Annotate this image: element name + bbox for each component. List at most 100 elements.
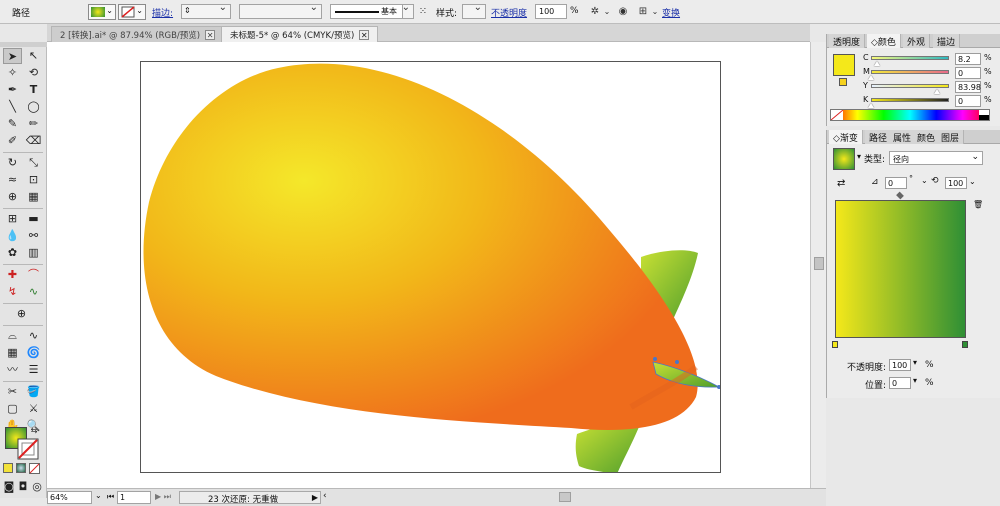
draw-behind-icon[interactable]: ◘ bbox=[16, 479, 30, 495]
chevron-down-icon[interactable]: ▾ bbox=[857, 152, 861, 161]
mesh-tool-icon[interactable]: ⊞ bbox=[3, 211, 22, 227]
graph-tool-icon[interactable]: 〰 bbox=[3, 362, 22, 378]
channel-slider-y[interactable] bbox=[871, 84, 949, 88]
chevron-down-icon[interactable]: ⌄ bbox=[600, 5, 614, 19]
gradient-preview-ramp[interactable] bbox=[835, 200, 966, 338]
wave-warp-tool-icon[interactable]: ∿ bbox=[24, 328, 43, 344]
slice-tool-icon[interactable]: ✂ bbox=[3, 384, 22, 400]
angle-input[interactable]: 0 bbox=[885, 177, 907, 189]
perspective-grid-tool-icon[interactable]: ▦ bbox=[24, 189, 43, 205]
free-transform-tool-icon[interactable]: ⊡ bbox=[24, 172, 43, 188]
delete-stop-icon[interactable]: 🗑 bbox=[973, 200, 983, 209]
fill-swatch-button[interactable]: ⌄ bbox=[88, 4, 116, 20]
variable-width-dropdown[interactable] bbox=[239, 2, 322, 19]
shape-builder-tool-icon[interactable]: ⊕ bbox=[3, 189, 22, 205]
fill-color-preview[interactable] bbox=[833, 54, 855, 76]
line-tool-icon[interactable]: ╲ bbox=[3, 99, 22, 115]
zoom-dropdown[interactable]: 64% bbox=[47, 491, 92, 504]
blend-tool-icon[interactable]: ⚯ bbox=[24, 228, 43, 244]
envelope-warp-tool-icon[interactable]: ⌓ bbox=[3, 328, 22, 344]
artboard-number-dropdown[interactable]: 1 bbox=[117, 491, 151, 504]
chevron-down-icon[interactable]: ⌄ bbox=[969, 177, 976, 186]
knife-tool-icon[interactable]: ⚔ bbox=[24, 401, 43, 417]
close-icon[interactable]: ✕ bbox=[359, 30, 370, 40]
scroll-left-icon[interactable]: ‹ bbox=[323, 491, 327, 501]
brush-definition-field[interactable]: 基本 bbox=[330, 4, 412, 19]
selection-tool-icon[interactable]: ➤ bbox=[3, 48, 22, 64]
live-paint-tool-icon[interactable]: 🪣 bbox=[24, 384, 43, 400]
eyedropper-tool-icon[interactable]: 💧 bbox=[3, 228, 22, 244]
scroll-thumb[interactable] bbox=[814, 257, 824, 270]
screen-mode-icon[interactable]: ◎ bbox=[30, 479, 44, 495]
width-tool-icon[interactable]: ≈ bbox=[3, 172, 22, 188]
document-tab[interactable]: 2 [转换].ai* @ 87.94% (RGB/预览) ✕ bbox=[51, 26, 225, 42]
chevron-down-icon[interactable]: ⌄ bbox=[921, 176, 928, 185]
close-icon[interactable]: ✕ bbox=[205, 30, 216, 40]
scale-tool-icon[interactable]: ⤡ bbox=[24, 155, 43, 171]
twirl-tool-icon[interactable]: 🌀 bbox=[24, 345, 43, 361]
chevron-down-icon[interactable]: ⌄ bbox=[648, 5, 662, 19]
tab-color-guide[interactable]: 颜色 bbox=[913, 130, 941, 144]
stroke-swatch-button[interactable]: ⌄ bbox=[118, 4, 146, 20]
channel-slider-k[interactable] bbox=[871, 98, 949, 102]
grid-warp-tool-icon[interactable]: ▦ bbox=[3, 345, 22, 361]
gradient-thumbnail[interactable] bbox=[833, 148, 855, 170]
artwork[interactable] bbox=[141, 62, 721, 473]
paintbrush-tool-icon[interactable]: ✎ bbox=[3, 116, 22, 132]
stroke-weight-dropdown[interactable]: ⇕ bbox=[181, 2, 231, 19]
slider-handle[interactable] bbox=[874, 61, 881, 66]
channel-slider-m[interactable] bbox=[871, 70, 949, 74]
tab-gradient[interactable]: ◇渐变 bbox=[829, 130, 863, 144]
channel-input-y[interactable]: 83.98 bbox=[955, 81, 981, 93]
chevron-down-icon[interactable]: ⌄ bbox=[95, 491, 102, 500]
draw-normal-icon[interactable]: ◙ bbox=[2, 479, 16, 495]
recolor-artwork-icon[interactable]: ◉ bbox=[616, 5, 630, 19]
crosshair-tool-icon[interactable]: ⊕ bbox=[12, 306, 31, 322]
ellipse-tool-icon[interactable]: ◯ bbox=[24, 99, 43, 115]
slider-handle[interactable] bbox=[933, 89, 940, 94]
lasso-tool-icon[interactable]: ⟲ bbox=[24, 65, 43, 81]
column-graph-tool-icon[interactable]: ▥ bbox=[24, 245, 43, 261]
convert-anchor-tool-icon[interactable]: ⌒ bbox=[24, 267, 43, 283]
opacity-link[interactable]: 不透明度 bbox=[491, 6, 527, 19]
opacity-input[interactable]: 100 bbox=[535, 4, 567, 19]
none-mode-icon[interactable] bbox=[29, 463, 40, 474]
stop-opacity-input[interactable]: 100 bbox=[889, 359, 911, 371]
status-info[interactable]: 23 次还原: 无重做 ▶ bbox=[179, 491, 321, 505]
next-artboard-icon[interactable]: ▶ ⏭ bbox=[155, 492, 171, 502]
eraser-tool-icon[interactable]: ⌫ bbox=[24, 133, 43, 149]
blimp-body[interactable] bbox=[143, 63, 698, 430]
artboard-tool-icon[interactable]: ▢ bbox=[3, 401, 22, 417]
tab-color[interactable]: ◇颜色 bbox=[867, 34, 901, 48]
tab-stroke[interactable]: 描边 bbox=[933, 34, 961, 48]
align-icon[interactable]: ⁙ bbox=[416, 5, 430, 19]
status-menu-icon[interactable]: ▶ bbox=[312, 493, 318, 502]
aspect-ratio-input[interactable]: 100 bbox=[945, 177, 967, 189]
vertical-scrollbar[interactable] bbox=[810, 42, 826, 488]
anchor-path-tool-icon[interactable]: ↯ bbox=[3, 284, 22, 300]
first-artboard-icon[interactable]: ⏮ bbox=[107, 492, 114, 502]
out-of-gamut-icon[interactable] bbox=[839, 78, 847, 86]
gradient-mode-icon[interactable] bbox=[16, 463, 26, 473]
artboard[interactable] bbox=[140, 61, 721, 473]
anchor-point[interactable] bbox=[675, 360, 679, 364]
gradient-type-dropdown[interactable]: 径向 ⌄ bbox=[889, 151, 983, 165]
swap-fill-stroke-icon[interactable]: ⇆ bbox=[28, 426, 40, 436]
gradient-stop-left[interactable] bbox=[832, 341, 838, 348]
tab-appearance[interactable]: 外观 bbox=[903, 34, 931, 48]
black-white-swatch[interactable] bbox=[979, 110, 989, 120]
direct-selection-tool-icon[interactable]: ↖ bbox=[24, 48, 43, 64]
brush-dropdown[interactable] bbox=[402, 2, 414, 19]
slider-handle[interactable] bbox=[868, 75, 874, 80]
anchor-point[interactable] bbox=[717, 385, 721, 389]
gradient-tool-icon[interactable]: ▬ bbox=[24, 211, 43, 227]
channel-input-m[interactable]: 0 bbox=[955, 67, 981, 79]
tab-pathfinder[interactable]: 路径 bbox=[865, 130, 893, 144]
color-mode-icon[interactable] bbox=[3, 463, 13, 473]
magic-wand-tool-icon[interactable]: ✧ bbox=[3, 65, 22, 81]
pencil-tool-icon[interactable]: ✏ bbox=[24, 116, 43, 132]
transform-link[interactable]: 变换 bbox=[662, 6, 680, 19]
stop-position-input[interactable]: 0 bbox=[889, 377, 911, 389]
style-dropdown[interactable] bbox=[462, 2, 486, 19]
stroke-none-swatch[interactable] bbox=[17, 438, 39, 460]
